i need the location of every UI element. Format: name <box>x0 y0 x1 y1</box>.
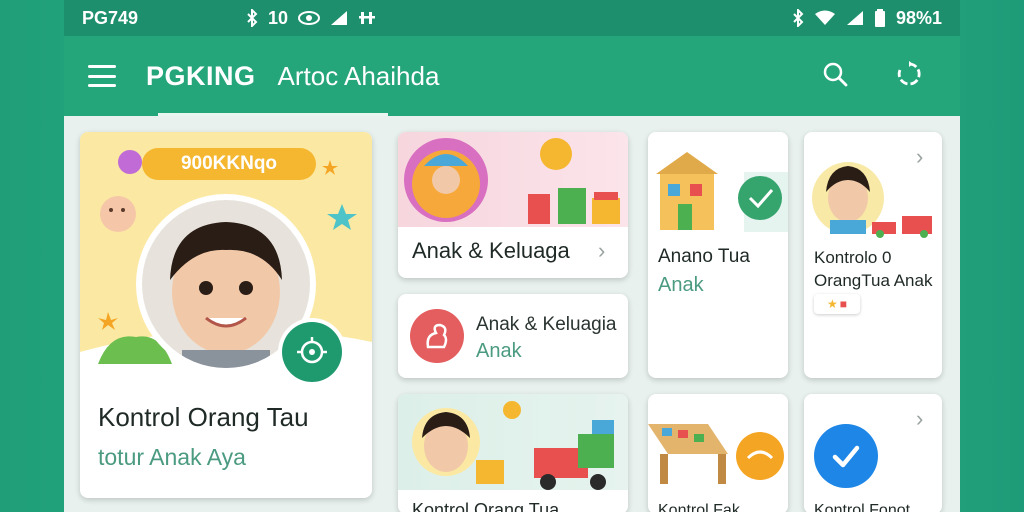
bottom-mid-card[interactable]: Kontrol Fak <box>648 394 788 512</box>
toy-board-illustration <box>648 424 784 484</box>
bottom-right-title: Kontrol Fonot <box>814 502 911 512</box>
menu-icon[interactable] <box>88 65 116 87</box>
status-bar: PG749 10 98%1 <box>64 0 960 36</box>
chevron-right-icon[interactable]: › <box>916 406 923 432</box>
indicator-label: 10 <box>268 7 289 28</box>
chevron-right-icon[interactable]: › <box>916 144 923 170</box>
data-icon <box>358 10 376 26</box>
app-icons-strip: ★ ■ <box>814 294 860 314</box>
carrier-label: PG749 <box>82 7 139 28</box>
squirrel-icon <box>410 309 464 363</box>
wifi-icon <box>814 10 836 26</box>
battery-percent: 98%1 <box>895 7 942 28</box>
signal-icon <box>846 10 864 26</box>
app-subtitle: Artoc Ahaihda <box>277 60 440 91</box>
check-icon <box>814 424 878 488</box>
bottom-mid-title: Kontrol Fak <box>658 502 740 512</box>
parent-card[interactable]: Anano Tua Anak <box>648 132 788 378</box>
featured-card[interactable]: 900KKNqo Kontrol Orang Tau totur Anak Ay… <box>80 132 372 498</box>
bluetooth-icon <box>246 9 258 27</box>
signal-icon <box>330 10 348 26</box>
control-card[interactable]: › Kontrolo 0 OrangTua Anak ★ ■ <box>804 132 942 378</box>
battery-icon <box>874 9 886 27</box>
control-card-title: Kontrolo 0 OrangTua Anak <box>814 248 933 290</box>
bottom-right-card[interactable]: › Kontrol Fonot <box>804 394 942 512</box>
family-small-title: Anak & Keluagia <box>476 314 617 335</box>
app-screen: PG749 10 98%1 PGKING Artoc Ahaihda 900KK… <box>64 0 960 512</box>
search-icon[interactable] <box>822 61 848 92</box>
app-bar: PGKING Artoc Ahaihda <box>64 36 960 116</box>
featured-subtitle: totur Anak Aya <box>98 444 246 470</box>
featured-tag: 900KKNqo <box>142 148 316 180</box>
bottom-left-title: Kontrol Orang Tua <box>412 500 560 512</box>
featured-illustration: 900KKNqo <box>80 132 372 386</box>
toy-house-illustration <box>648 132 788 242</box>
refresh-icon[interactable] <box>896 60 922 92</box>
bluetooth-icon <box>792 9 804 27</box>
featured-title: Kontrol Orang Tau <box>98 402 309 432</box>
eye-icon <box>298 10 321 26</box>
parent-card-title: Anano Tua <box>658 246 750 267</box>
family-card-title: Anak & Keluaga <box>412 238 570 263</box>
family-illustration <box>398 132 628 227</box>
chevron-right-icon[interactable]: › <box>598 238 605 264</box>
brand-title: PGKING <box>146 60 256 91</box>
family-small-card[interactable]: Anak & Keluagia Anak <box>398 294 628 378</box>
bottom-left-card[interactable]: Kontrol Orang Tua <box>398 394 628 512</box>
family-card[interactable]: Anak & Keluaga › <box>398 132 628 278</box>
tab-indicator <box>158 113 388 116</box>
toy-truck-illustration <box>398 394 628 490</box>
family-small-subtitle: Anak <box>476 340 522 362</box>
parental-badge <box>278 318 346 386</box>
parent-card-subtitle: Anak <box>658 274 704 296</box>
